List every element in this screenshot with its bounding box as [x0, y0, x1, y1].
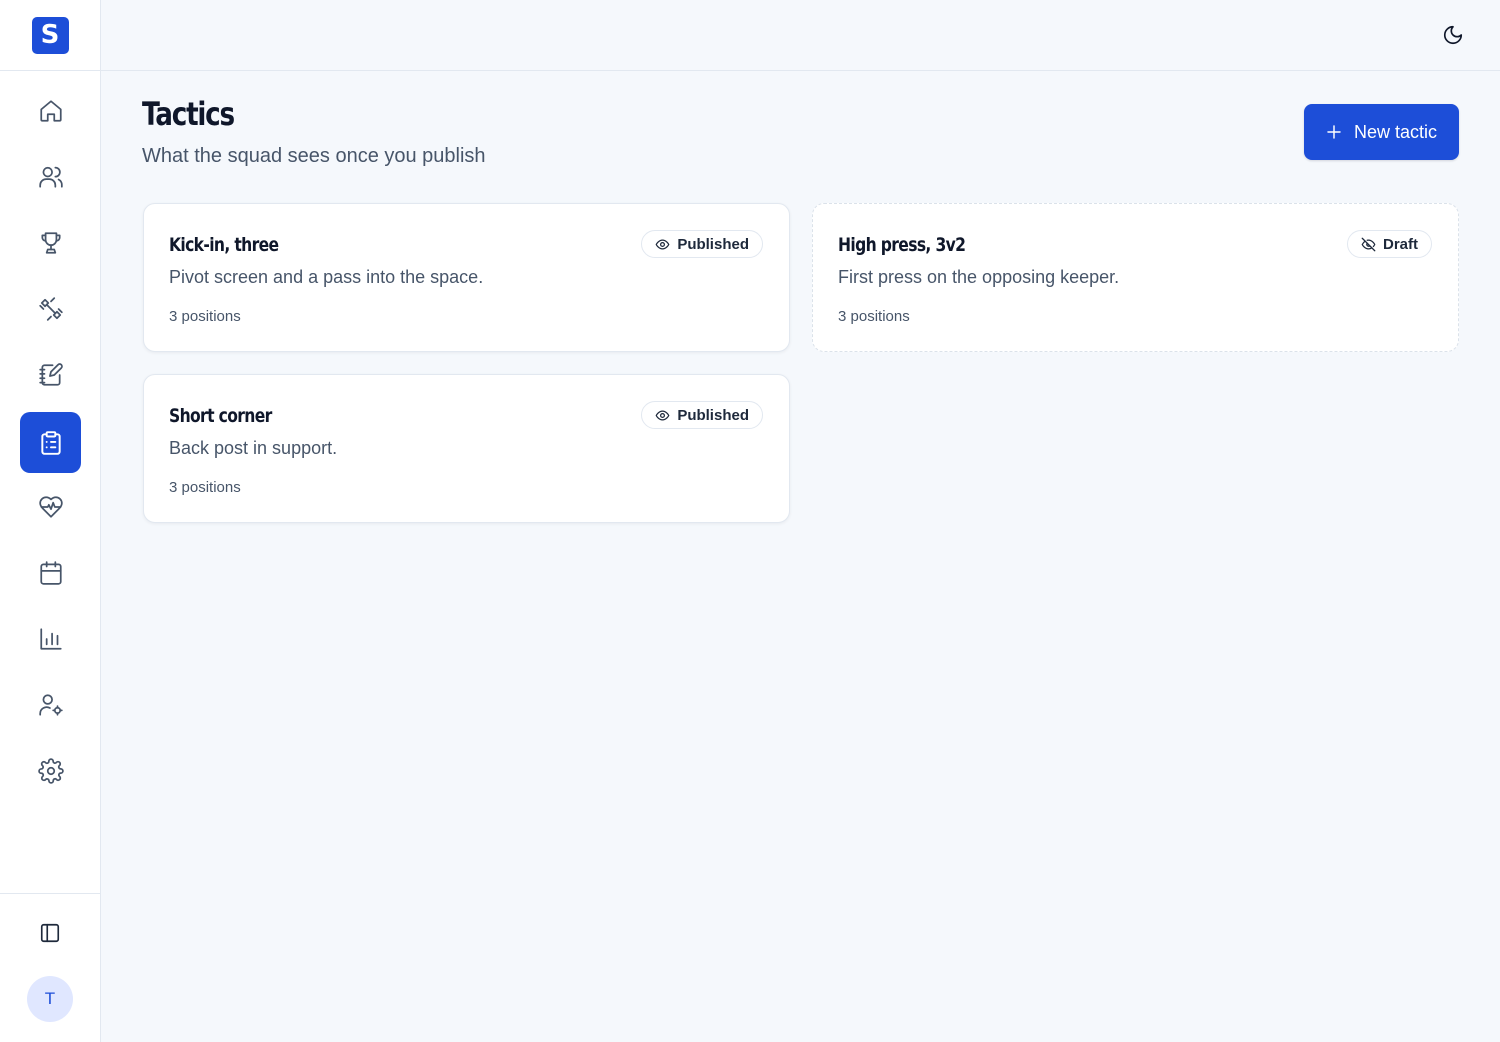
- sidebar-toggle-button[interactable]: [31, 914, 69, 952]
- new-tactic-label: New tactic: [1353, 121, 1438, 142]
- page-title: Tactics: [142, 95, 235, 133]
- home-icon: [39, 99, 62, 122]
- eye-icon: [655, 410, 670, 420]
- tactic-title: Short corner: [169, 405, 272, 427]
- status-badge: Draft: [1346, 230, 1432, 258]
- user-cog-icon: [38, 693, 63, 716]
- tactic-title: Kick-in, three: [169, 234, 279, 256]
- user-avatar[interactable]: T: [27, 976, 73, 1022]
- trophy-icon: [40, 231, 61, 254]
- tactic-positions: 3 positions: [169, 308, 241, 325]
- sidebar-item-calendar[interactable]: [20, 542, 81, 603]
- tactic-description: First press on the opposing keeper.: [838, 267, 1120, 287]
- sidebar-item-health[interactable]: [20, 476, 81, 537]
- tactic-description: Pivot screen and a pass into the space.: [169, 267, 484, 287]
- app-logo[interactable]: S: [31, 16, 69, 54]
- clipboard-list-icon: [40, 430, 61, 455]
- logo-area: S: [0, 0, 100, 71]
- notebook-pen-icon: [38, 362, 63, 386]
- heart-pulse-icon: [38, 495, 63, 518]
- gear-icon: [37, 757, 64, 784]
- users-icon: [38, 166, 63, 188]
- sidebar-item-tactics[interactable]: [20, 412, 81, 473]
- sidebar-item-settings[interactable]: [20, 740, 81, 801]
- calendar-icon: [39, 560, 62, 585]
- top-bar: [101, 0, 1500, 71]
- eye-icon: [655, 239, 670, 249]
- sidebar-item-players[interactable]: [20, 146, 81, 207]
- tactic-title: High press, 3v2: [838, 234, 966, 256]
- eye-off-icon: [1361, 237, 1376, 251]
- status-label: Draft: [1382, 235, 1418, 253]
- tactic-card[interactable]: High press, 3v2 Draft First press on the…: [812, 203, 1459, 352]
- plus-icon: [1327, 125, 1341, 139]
- tactic-positions: 3 positions: [169, 479, 241, 496]
- status-label: Published: [677, 406, 749, 424]
- tactic-card[interactable]: Short corner Published Back post in supp…: [143, 374, 790, 523]
- tactic-positions: 3 positions: [838, 308, 910, 325]
- sidebar-item-stats[interactable]: [20, 608, 81, 669]
- panel-left-icon: [40, 923, 60, 943]
- moon-icon: [1443, 25, 1463, 45]
- theme-toggle-button[interactable]: [1440, 22, 1466, 48]
- sidebar-item-staff[interactable]: [20, 674, 81, 735]
- status-badge: Published: [641, 230, 763, 258]
- sidebar-item-notes[interactable]: [20, 344, 81, 405]
- sidebar-item-competitions[interactable]: [20, 212, 81, 273]
- status-badge: Published: [641, 401, 763, 429]
- dumbbell-icon: [38, 296, 63, 321]
- sidebar-footer: T: [0, 893, 100, 1042]
- new-tactic-button[interactable]: New tactic: [1304, 104, 1459, 160]
- tactic-description: Back post in support.: [169, 438, 338, 458]
- bar-chart-icon: [39, 627, 62, 650]
- sidebar-item-home[interactable]: [20, 80, 81, 141]
- tactic-card[interactable]: Kick-in, three Published Pivot screen an…: [143, 203, 790, 352]
- sidebar-item-training[interactable]: [20, 278, 81, 339]
- status-label: Published: [677, 235, 749, 253]
- page-subtitle: What the squad sees once you publish: [142, 145, 486, 167]
- sidebar: S T: [0, 0, 101, 1042]
